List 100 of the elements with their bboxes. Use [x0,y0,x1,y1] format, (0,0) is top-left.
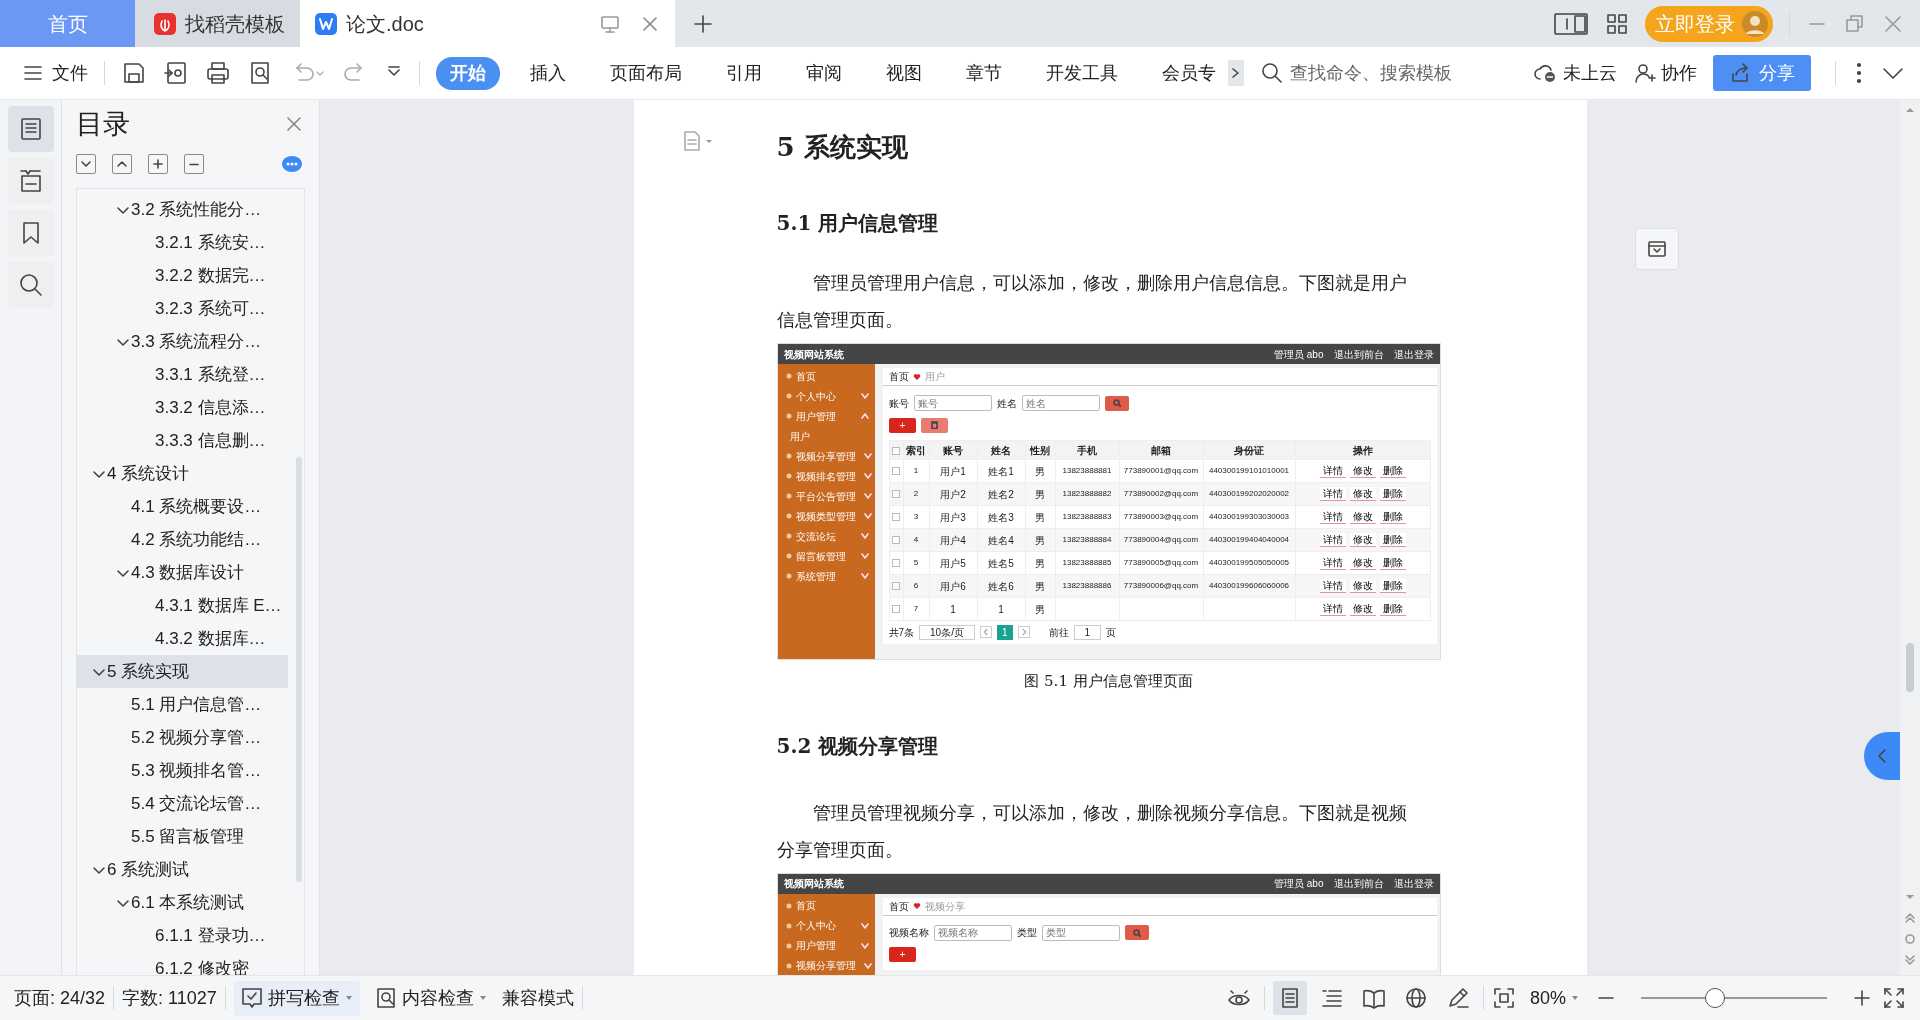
add-button[interactable]: + [888,417,917,433]
action-button[interactable]: 详情 [1319,556,1346,570]
tablet-icon[interactable] [1553,10,1589,37]
menu-item[interactable]: 视频分享管理 [777,446,875,466]
outline-item[interactable]: 5.5 留言板管理 [77,820,288,853]
spell-check-button[interactable]: 拼写检查 [233,980,360,1016]
content-check-button[interactable]: 内容检查 [367,980,494,1016]
side-panel-toggle[interactable] [1864,732,1900,780]
expand-all-button[interactable] [112,154,132,174]
expand-button[interactable] [148,154,168,174]
header-link[interactable]: 退出登录 [1393,876,1434,891]
header-link[interactable]: 退出登录 [1393,346,1434,362]
outline-item[interactable]: 3.2.2 数据完… [77,259,288,292]
outline-item[interactable]: 4.3.1 数据库 E… [77,589,288,622]
outline-item[interactable]: 4.2 系统功能结… [77,523,288,556]
collapse-all-button[interactable] [76,154,96,174]
action-button[interactable]: 删除 [1379,510,1406,524]
header-link[interactable]: 退出到前台 [1333,346,1384,362]
outline-item[interactable]: 3.3.1 系统登… [77,358,288,391]
menu-item[interactable]: 用户管理 [777,406,875,426]
menu-item[interactable]: 用户 [777,426,875,446]
outline-item[interactable]: 5.1 用户信息管… [77,688,288,721]
menu-item[interactable]: 用户管理 [777,935,875,956]
menu-item[interactable]: 交流论坛 [777,526,875,546]
outline-item[interactable]: 5.3 视频排名管… [77,754,288,787]
action-button[interactable]: 修改 [1349,510,1376,524]
ai-assistant-icon[interactable] [281,155,303,173]
outline-item[interactable]: 5.2 视频分享管… [77,721,288,754]
action-button[interactable]: 修改 [1349,533,1376,547]
action-button[interactable]: 删除 [1379,556,1406,570]
delete-button[interactable] [921,417,949,433]
previous-page-icon[interactable] [1904,911,1916,925]
scrollbar-thumb[interactable] [1906,643,1914,692]
outline-item[interactable]: 3.2.1 系统安… [77,226,288,259]
menu-item[interactable]: 视频类型管理 [777,506,875,526]
action-button[interactable]: 修改 [1349,464,1376,478]
action-button[interactable]: 详情 [1319,487,1346,501]
grid-icon[interactable] [1605,11,1629,36]
ribbon-tab[interactable]: 会员专 [1148,56,1230,90]
outline-item[interactable]: 5.4 交流论坛管… [77,787,288,820]
breadcrumb-link[interactable]: 首页 [888,898,909,914]
select-object-icon[interactable] [1904,933,1916,945]
search-button[interactable] [1124,925,1149,940]
action-button[interactable]: 详情 [1319,464,1346,478]
filter-field[interactable]: 类型 [1041,924,1120,941]
template-tab[interactable]: 找稻壳模板 [135,0,300,47]
fullscreen-icon[interactable] [1882,986,1906,1010]
checkbox[interactable] [892,512,900,521]
add-button[interactable]: + [888,947,917,962]
breadcrumb-link[interactable]: 首页 [888,369,909,384]
export-icon[interactable] [163,60,189,86]
globe-icon[interactable] [1403,986,1428,1010]
slider-thumb[interactable] [1705,988,1726,1008]
ribbon-tab[interactable]: 章节 [952,56,1016,90]
menu-item[interactable]: 系统管理 [777,566,875,586]
header-link[interactable]: 退出到前台 [1333,876,1384,891]
checkbox[interactable] [892,604,900,613]
search-button[interactable] [1104,395,1129,411]
outline-item[interactable]: 6.1.1 登录功… [77,919,288,952]
outline-item[interactable]: 3.2 系统性能分… [77,193,288,226]
action-button[interactable]: 删除 [1379,464,1406,478]
document-tab[interactable]: 论文.doc [300,0,675,47]
outline-item[interactable]: 5 系统实现 [77,655,288,688]
checkbox[interactable] [892,489,900,498]
file-menu[interactable]: 文件 [22,59,88,87]
outline-item[interactable]: 6.1 本系统测试 [77,886,288,919]
page-size-select[interactable]: 10条/页 [919,624,975,640]
menu-item[interactable]: 首页 [777,895,875,916]
ribbon-tab[interactable]: 视图 [872,56,936,90]
menu-item[interactable]: 个人中心 [777,386,875,406]
page-field[interactable]: 1 [1073,624,1102,640]
menu-item[interactable]: 视频排名管理 [777,466,875,486]
next-page-icon[interactable] [1904,953,1916,967]
menu-item[interactable]: 首页 [777,366,875,386]
checkbox[interactable] [892,466,900,475]
collapse-button[interactable] [184,154,204,174]
action-button[interactable]: 修改 [1349,487,1376,501]
outline-item[interactable]: 4.3 数据库设计 [77,556,288,589]
action-button[interactable]: 详情 [1319,533,1346,547]
outline-item[interactable]: 3.2.3 系统可… [77,292,288,325]
checkbox[interactable] [892,446,900,455]
action-button[interactable]: 详情 [1319,510,1346,524]
outline-item[interactable]: 3.3.3 信息删… [77,424,288,457]
action-button[interactable]: 详情 [1319,602,1346,616]
filter-field[interactable]: 姓名 [1021,395,1100,411]
menu-item[interactable]: 个人中心 [777,915,875,936]
outline-item[interactable]: 4 系统设计 [77,457,288,490]
scroll-right-icon[interactable] [1228,60,1244,86]
outline-item[interactable]: 3.3.2 信息添… [77,391,288,424]
search-field[interactable]: 查找命令、搜索模板 [1288,58,1488,88]
ribbon-tab[interactable]: 插入 [516,56,580,90]
checkbox[interactable] [892,535,900,544]
action-button[interactable]: 详情 [1319,579,1346,593]
menu-item[interactable]: 平台公告管理 [777,486,875,506]
action-button[interactable]: 修改 [1349,602,1376,616]
outline-item[interactable]: 6 系统测试 [77,853,288,886]
navigation-icon[interactable] [17,168,44,194]
filter-field[interactable]: 视频名称 [933,924,1012,941]
save-icon[interactable] [121,60,147,86]
outline-item[interactable]: 4.1 系统概要设… [77,490,288,523]
